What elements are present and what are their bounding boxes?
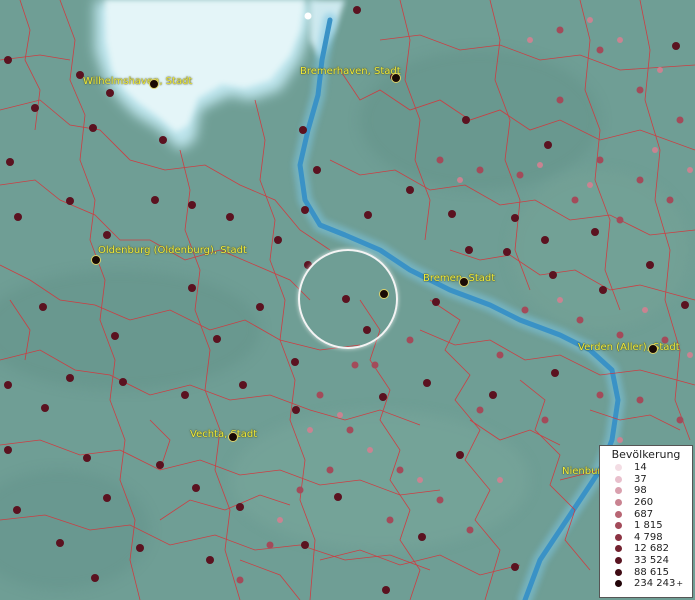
marker-point bbox=[304, 12, 312, 20]
city-label-wilhelmshaven: Wilhelmshaven, Stadt bbox=[83, 76, 193, 87]
legend-rows: 14 37 98 260 687 1 815 4 798 12 682 33 524 88 615… bbox=[600, 462, 692, 590]
city-label-bremerhaven: Bremerhaven, Stadt bbox=[300, 66, 401, 77]
legend-title: Bevölkerung bbox=[611, 448, 681, 461]
legend-label: 88 615 bbox=[634, 566, 669, 578]
legend-item: 14 bbox=[600, 462, 692, 474]
legend-label: 234 243 bbox=[634, 578, 676, 590]
legend-swatch bbox=[615, 533, 622, 541]
legend-swatch bbox=[615, 545, 622, 553]
legend-item: 234 243 + bbox=[600, 578, 692, 590]
legend-label: 98 bbox=[634, 485, 647, 497]
legend-label: 687 bbox=[634, 508, 654, 520]
selection-circle[interactable] bbox=[298, 249, 398, 349]
legend-swatch bbox=[615, 522, 622, 530]
legend-swatch bbox=[615, 487, 622, 495]
legend-swatch bbox=[615, 475, 622, 483]
city-marker-wilhelmshaven[interactable] bbox=[149, 79, 159, 89]
legend-item: 37 bbox=[600, 474, 692, 486]
legend-swatch bbox=[615, 580, 622, 588]
legend-item: 88 615 bbox=[600, 566, 692, 578]
legend-swatch bbox=[615, 557, 622, 565]
legend-label: 260 bbox=[634, 497, 654, 509]
city-marker-verden[interactable] bbox=[648, 344, 658, 354]
legend-swatch bbox=[615, 464, 622, 472]
city-label-verden: Verden (Aller), Stadt bbox=[578, 342, 680, 353]
legend-swatch bbox=[615, 499, 622, 507]
legend-label: 1 815 bbox=[634, 520, 663, 532]
city-marker-vechta[interactable] bbox=[228, 432, 238, 442]
legend-item: 1 815 bbox=[600, 520, 692, 532]
legend-label: 12 682 bbox=[634, 543, 669, 555]
legend-label: 37 bbox=[634, 473, 647, 485]
city-marker-bremen[interactable] bbox=[459, 277, 469, 287]
legend-item: 33 524 bbox=[600, 555, 692, 567]
city-marker-oldenburg[interactable] bbox=[91, 255, 101, 265]
legend-item: 4 798 bbox=[600, 532, 692, 544]
legend-suffix: + bbox=[676, 579, 684, 589]
population-legend: Bevölkerung 14 37 98 260 687 1 815 4 798 12 682… bbox=[599, 445, 693, 598]
legend-item: 260 bbox=[600, 497, 692, 509]
city-label-oldenburg: Oldenburg (Oldenburg), Stadt bbox=[98, 245, 247, 256]
legend-item: 12 682 bbox=[600, 543, 692, 555]
legend-label: 14 bbox=[634, 462, 647, 474]
legend-label: 33 524 bbox=[634, 555, 669, 567]
legend-item: 98 bbox=[600, 485, 692, 497]
legend-swatch bbox=[615, 510, 622, 518]
city-marker-bremerhaven[interactable] bbox=[391, 73, 401, 83]
legend-item: 687 bbox=[600, 508, 692, 520]
legend-label: 4 798 bbox=[634, 531, 663, 543]
legend-swatch bbox=[615, 568, 622, 576]
map-canvas[interactable]: Wilhelmshaven, Stadt Bremerhaven, Stadt … bbox=[0, 0, 695, 600]
city-label-vechta: Vechta, Stadt bbox=[190, 429, 258, 440]
